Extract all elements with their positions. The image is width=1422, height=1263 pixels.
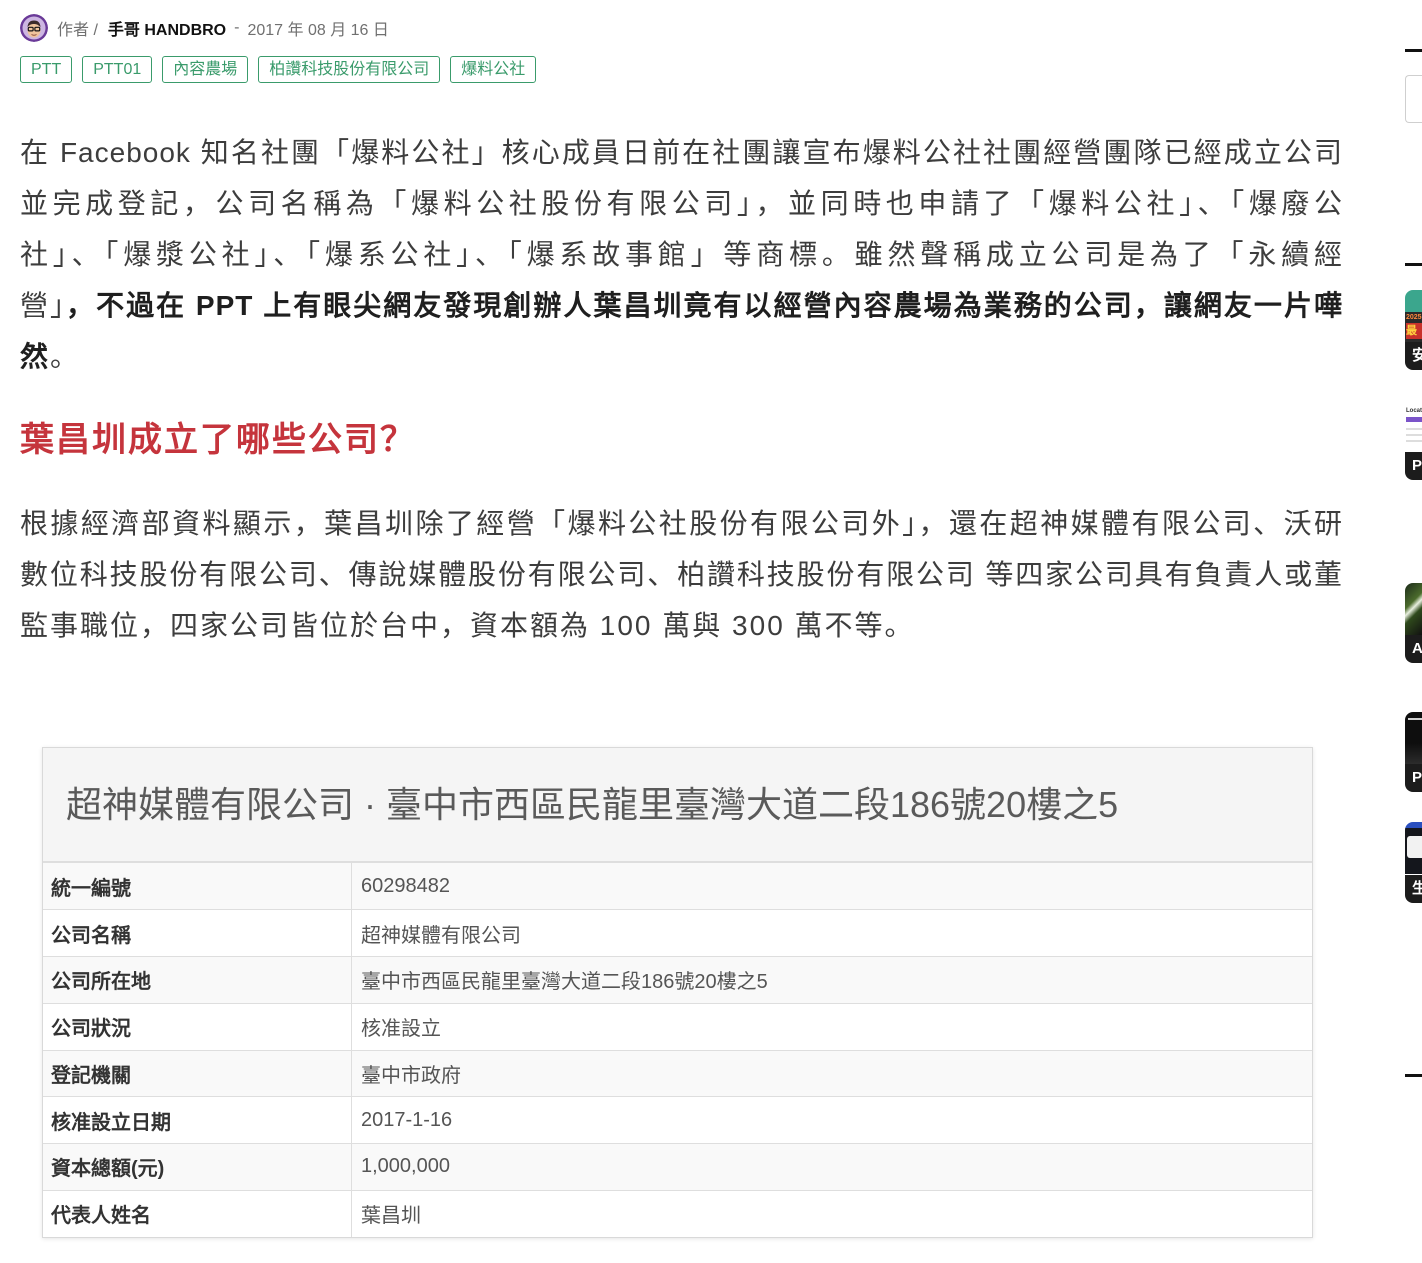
author-name-link[interactable]: 手哥 HANDBRO (108, 16, 226, 40)
sidebar-search-box[interactable] (1405, 75, 1422, 123)
thumbnail-text: 2025 (1406, 314, 1422, 321)
row-value: 超神媒體有限公司 (351, 909, 1312, 957)
card-thumbnail (1405, 822, 1422, 874)
line-text: 在 Facebook 知名社團「爆料公社」核心成員日前在社團讓宣布爆料公社社團經… (20, 137, 1343, 168)
card-title: P (1412, 769, 1422, 786)
avatar-portrait-icon (20, 14, 48, 42)
sidebar-article-card[interactable]: 生 (1405, 822, 1422, 903)
sidebar-article-card[interactable]: P (1405, 712, 1422, 792)
row-label: 統一編號 (43, 863, 352, 910)
author-label: 作者 / (57, 22, 98, 39)
thumbnail-line (1406, 434, 1422, 436)
line-text: 營」 (20, 290, 67, 321)
card-thumbnail (1405, 583, 1422, 635)
tag-ptt01[interactable]: PTT01 (82, 56, 153, 83)
registry-table-body: 統一編號 60298482 公司名稱 超神媒體有限公司 公司所在地 臺中市西區民… (43, 863, 1312, 1237)
company-registry-screenshot: 超神媒體有限公司 · 臺中市西區民龍里臺灣大道二段186號20樓之5 統一編號 … (42, 747, 1313, 1238)
thumbnail-shape (1407, 836, 1422, 858)
sidebar-article-card[interactable]: 2025 最 安 (1405, 290, 1422, 370)
row-value: 60298482 (361, 874, 450, 897)
line-text: 根據經濟部資料顯示，葉昌圳除了經營「爆料公社股份有限公司外」，還在超神媒體有限公… (20, 508, 1343, 539)
author-avatar[interactable] (20, 14, 48, 42)
line-text: 監事職位，四家公司皆位於台中，資本額為 100 萬與 300 萬不等。 (20, 610, 915, 641)
sidebar-section-divider (1405, 1074, 1422, 1077)
line-text: 並完成登記，公司名稱為「爆料公社股份有限公司」，並同時也申請了「爆料公社」、「爆… (20, 188, 1343, 219)
row-value: 臺中市西區民龍里臺灣大道二段186號20樓之5 (351, 956, 1312, 1004)
line-text: 。 (50, 341, 81, 372)
registry-title: 超神媒體有限公司 · 臺中市西區民龍里臺灣大道二段186號20樓之5 (43, 748, 1312, 863)
row-value: 1,000,000 (351, 1143, 1312, 1191)
row-label: 資本總額(元) (43, 1143, 352, 1191)
line-text: 社」、「爆漿公社」、「爆系公社」、「爆系故事館」等商標。雖然聲稱成立公司是為了「… (20, 239, 1343, 270)
row-label: 公司所在地 (43, 956, 352, 1004)
row-value: 核准設立 (351, 1002, 1312, 1050)
registry-table: 統一編號 60298482 公司名稱 超神媒體有限公司 公司所在地 臺中市西區民… (43, 863, 1312, 1237)
paragraph-line: 根據經濟部資料顯示，葉昌圳除了經營「爆料公社股份有限公司外」，還在超神媒體有限公… (20, 498, 1343, 549)
paragraph-line: 並完成登記，公司名稱為「爆料公社股份有限公司」，並同時也申請了「爆料公社」、「爆… (20, 178, 1343, 229)
tag-baoliao-gongshe[interactable]: 爆料公社 (450, 56, 537, 83)
section-heading: 葉昌圳成立了哪些公司？ (20, 421, 416, 459)
tag-content-farm[interactable]: 內容農場 (162, 56, 249, 83)
thumbnail-highlight (1408, 718, 1422, 720)
card-thumbnail: 2025 最 (1405, 290, 1422, 342)
card-thumbnail: Locati (1405, 400, 1422, 452)
row-label: 公司狀況 (43, 1002, 352, 1050)
thumbnail-text: 最 (1406, 323, 1422, 339)
card-title: 生 (1412, 880, 1422, 897)
sidebar-article-card[interactable]: A (1405, 583, 1422, 663)
emphasis-text: 然 (20, 341, 51, 372)
intro-paragraph: 在 Facebook 知名社團「爆料公社」核心成員日前在社團讓宣布爆料公社社團經… (20, 127, 1343, 382)
publish-date: 2017 年 08 月 16 日 (247, 22, 389, 39)
table-row: 核准設立日期 2017-1-16 (43, 1096, 1312, 1144)
body-paragraph: 根據經濟部資料顯示，葉昌圳除了經營「爆料公社股份有限公司外」，還在超神媒體有限公… (20, 498, 1343, 651)
meta-separator: - (234, 19, 240, 36)
row-label: 核准設立日期 (43, 1096, 352, 1144)
tag-bozan-tech[interactable]: 柏讚科技股份有限公司 (258, 56, 441, 83)
card-title-band: A (1405, 635, 1422, 663)
card-title-band: P (1405, 452, 1422, 480)
row-label: 公司名稱 (43, 909, 352, 957)
paragraph-line: 然。 (20, 331, 1343, 382)
line-text: 數位科技股份有限公司、傳說媒體股份有限公司、柏讚科技股份有限公司 等四家公司具有… (20, 559, 1343, 590)
table-row: 統一編號 60298482 (43, 863, 1312, 910)
card-title-band: 安 (1405, 342, 1422, 370)
row-value: 2017-1-16 (351, 1096, 1312, 1144)
emphasis-text: ，不過在 PPT 上有眼尖網友發現創辦人葉昌圳竟有以經營內容農場為業務的公司，讓… (66, 290, 1343, 321)
paragraph-line: 社」、「爆漿公社」、「爆系公社」、「爆系故事館」等商標。雖然聲稱成立公司是為了「… (20, 229, 1343, 280)
thumbnail-line (1406, 440, 1422, 442)
row-value: 臺中市政府 (351, 1049, 1312, 1097)
card-title-band: P (1405, 764, 1422, 792)
paragraph-line: 數位科技股份有限公司、傳說媒體股份有限公司、柏讚科技股份有限公司 等四家公司具有… (20, 549, 1343, 600)
tag-ptt[interactable]: PTT (20, 56, 73, 83)
paragraph-line: 在 Facebook 知名社團「爆料公社」核心成員日前在社團讓宣布爆料公社社團經… (20, 127, 1343, 178)
table-row: 登記機關 臺中市政府 (43, 1049, 1312, 1097)
thumbnail-line (1406, 428, 1422, 430)
thumbnail-accent-bar (1406, 417, 1422, 422)
card-title-band: 生 (1405, 875, 1422, 903)
sidebar-article-card[interactable]: Locati P (1405, 400, 1422, 480)
sidebar-section-divider (1405, 49, 1422, 52)
sidebar: 2025 最 安 Locati P A P 生 (1403, 0, 1422, 1263)
table-row: 資本總額(元) 1,000,000 (43, 1143, 1312, 1191)
paragraph-line: 營」，不過在 PPT 上有眼尖網友發現創辦人葉昌圳竟有以經營內容農場為業務的公司… (20, 280, 1343, 331)
table-row: 代表人姓名 葉昌圳 (43, 1189, 1312, 1237)
card-thumbnail (1405, 712, 1422, 764)
row-label: 登記機關 (43, 1049, 352, 1097)
thumbnail-text: Locati (1406, 408, 1422, 414)
table-row: 公司狀況 核准設立 (43, 1002, 1312, 1050)
table-row: 公司所在地 臺中市西區民龍里臺灣大道二段186號20樓之5 (43, 956, 1312, 1004)
tag-list: PTT PTT01 內容農場 柏讚科技股份有限公司 爆料公社 (20, 56, 537, 83)
card-title: A (1412, 640, 1422, 657)
sidebar-section-divider (1405, 263, 1422, 266)
author-meta: 作者 / 手哥 HANDBRO - 2017 年 08 月 16 日 (20, 14, 389, 42)
card-title: P (1412, 457, 1422, 474)
paragraph-line: 監事職位，四家公司皆位於台中，資本額為 100 萬與 300 萬不等。 (20, 600, 1343, 651)
card-title: 安 (1412, 347, 1422, 364)
table-row: 公司名稱 超神媒體有限公司 (43, 909, 1312, 957)
row-value: 葉昌圳 (351, 1189, 1312, 1237)
row-label: 代表人姓名 (43, 1189, 352, 1237)
